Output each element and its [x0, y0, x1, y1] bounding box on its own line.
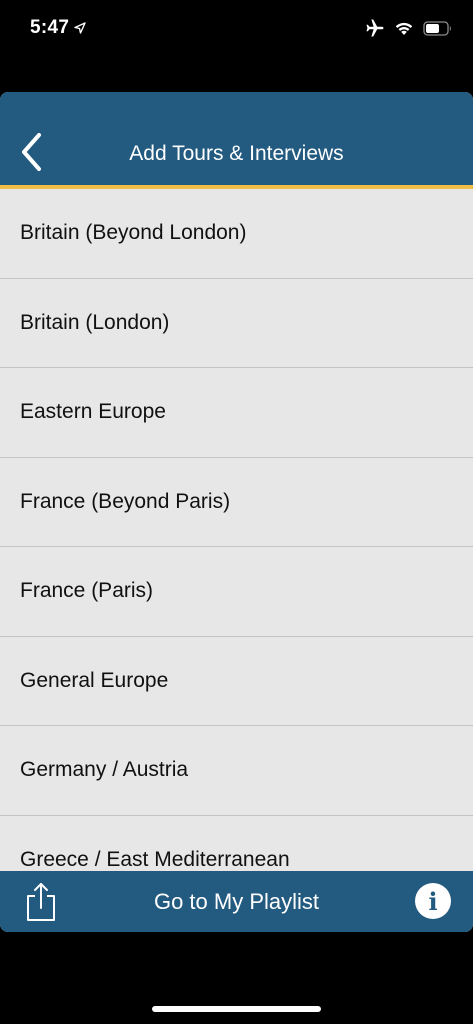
wifi-icon: [395, 22, 413, 35]
list-item-label: France (Beyond Paris): [20, 489, 231, 513]
location-arrow-icon: [74, 22, 86, 34]
list-item-label: Britain (Beyond London): [20, 221, 247, 245]
category-list: Britain (Beyond London) Britain (London)…: [0, 189, 473, 871]
navigation-bar: Add Tours & Interviews: [0, 92, 473, 189]
info-button[interactable]: i: [415, 883, 451, 919]
list-item[interactable]: Greece / East Mediterranean: [0, 816, 473, 872]
list-item[interactable]: France (Paris): [0, 547, 473, 637]
info-icon: i: [428, 886, 438, 916]
list-item-label: General Europe: [20, 668, 169, 692]
app-screen: 5:47 Add Tours & Interviews Britain (Bey…: [0, 0, 473, 1024]
list-item[interactable]: Eastern Europe: [0, 368, 473, 458]
home-indicator[interactable]: [152, 1006, 321, 1012]
airplane-icon: [366, 19, 384, 37]
go-to-playlist-button[interactable]: Go to My Playlist: [0, 889, 473, 915]
list-item-label: Germany / Austria: [20, 758, 189, 782]
list-item[interactable]: Britain (Beyond London): [0, 189, 473, 279]
battery-icon: [423, 20, 451, 36]
app-card: Add Tours & Interviews Britain (Beyond L…: [0, 92, 473, 932]
status-time: 5:47: [30, 17, 70, 38]
list-item-label: Greece / East Mediterranean: [20, 847, 290, 871]
status-bar: 5:47: [0, 0, 473, 60]
bottom-toolbar: Go to My Playlist i: [0, 871, 473, 932]
list-item-label: Britain (London): [20, 310, 170, 334]
list-item[interactable]: France (Beyond Paris): [0, 458, 473, 547]
list-item-label: Eastern Europe: [20, 400, 166, 424]
list-item-label: France (Paris): [20, 579, 154, 603]
list-item[interactable]: Britain (London): [0, 279, 473, 368]
list-item[interactable]: General Europe: [0, 637, 473, 726]
list-item[interactable]: Germany / Austria: [0, 726, 473, 816]
status-time-group: 5:47: [30, 17, 86, 39]
status-indicators: [365, 18, 453, 38]
page-title: Add Tours & Interviews: [129, 142, 344, 165]
